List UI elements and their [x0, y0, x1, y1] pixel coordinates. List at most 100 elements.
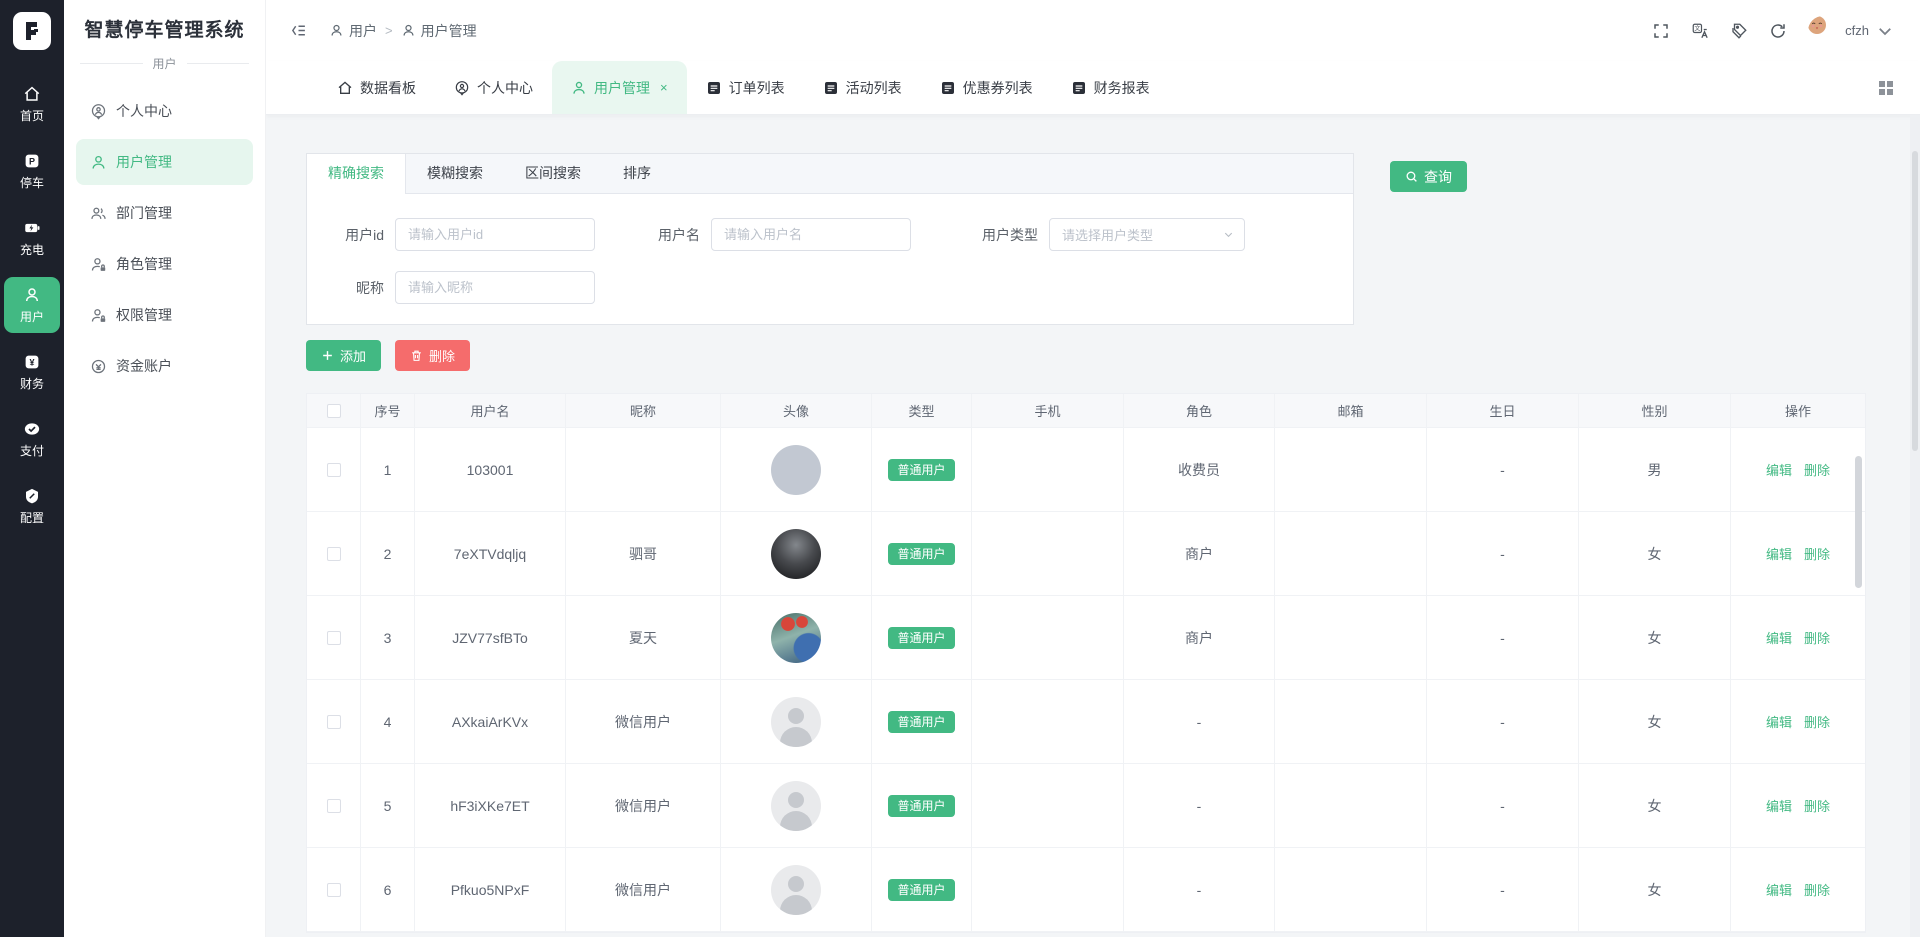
- sidebar-item-label: 权限管理: [116, 307, 172, 323]
- user-name: cfzh: [1845, 23, 1869, 38]
- list-square-icon: [706, 80, 722, 96]
- edit-link[interactable]: 编辑: [1766, 628, 1792, 647]
- translate-icon[interactable]: 文: [1691, 22, 1709, 40]
- table-row: 4 AXkaiArKVx 微信用户 普通用户 - - 女 编辑 删除: [307, 680, 1865, 764]
- page-scrollbar[interactable]: [1910, 115, 1920, 937]
- delete-link[interactable]: 删除: [1804, 712, 1830, 731]
- scrollbar-thumb[interactable]: [1912, 151, 1918, 451]
- add-button[interactable]: 添加: [306, 340, 382, 371]
- table-row: 3 JZV77sfBTo 夏天 普通用户 商户 - 女 编辑 删除: [307, 596, 1865, 680]
- nickname-input[interactable]: [395, 271, 595, 304]
- user-icon: [90, 154, 107, 171]
- table-scrollbar[interactable]: [1855, 456, 1862, 588]
- edit-link[interactable]: 编辑: [1766, 796, 1792, 815]
- primary-nav-charging[interactable]: 充电: [4, 210, 60, 266]
- col-birthday: 生日: [1427, 394, 1579, 428]
- payment-icon: [23, 420, 41, 438]
- sidebar-item-permission[interactable]: 权限管理: [76, 292, 253, 338]
- delete-link[interactable]: 删除: [1804, 544, 1830, 563]
- row-checkbox[interactable]: [326, 462, 341, 477]
- row-checkbox[interactable]: [326, 714, 341, 729]
- tab-orders[interactable]: 订单列表: [687, 61, 804, 114]
- person-pin-icon: [454, 80, 470, 96]
- tab-user-management[interactable]: 用户管理 ×: [552, 61, 687, 114]
- search-tab-exact[interactable]: 精确搜索: [307, 154, 406, 194]
- row-checkbox[interactable]: [326, 630, 341, 645]
- user-avatar: [771, 780, 821, 831]
- svg-text:文: 文: [1695, 24, 1701, 32]
- breadcrumb-user-management[interactable]: 用户管理: [401, 21, 477, 41]
- user-type-select[interactable]: 请选择用户类型: [1049, 218, 1245, 251]
- table-header-row: 序号 用户名 昵称 头像 类型 手机 角色 邮箱 生日 性别 操作: [307, 394, 1865, 428]
- col-phone: 手机: [972, 394, 1124, 428]
- edit-link[interactable]: 编辑: [1766, 712, 1792, 731]
- primary-nav-parking[interactable]: P 停车: [4, 143, 60, 199]
- username-input[interactable]: [711, 218, 911, 251]
- delete-link[interactable]: 删除: [1804, 628, 1830, 647]
- select-all-checkbox[interactable]: [326, 403, 341, 418]
- search-tab-range[interactable]: 区间搜索: [504, 154, 602, 193]
- primary-nav-config[interactable]: 配置: [4, 478, 60, 534]
- delete-link[interactable]: 删除: [1804, 880, 1830, 899]
- user-id-label: 用户id: [345, 226, 384, 243]
- table-body: 1 103001 普通用户 收费员 - 男 编辑 删除 2 7eXTVdqljq…: [307, 428, 1865, 932]
- search-tab-sort[interactable]: 排序: [602, 154, 672, 193]
- edit-link[interactable]: 编辑: [1766, 460, 1792, 479]
- primary-nav-payment[interactable]: 支付: [4, 411, 60, 467]
- person-pin-icon: [90, 103, 107, 120]
- search-icon: [1406, 171, 1417, 182]
- primary-nav-label: 停车: [19, 175, 44, 190]
- tab-close-icon[interactable]: ×: [660, 80, 668, 95]
- primary-nav-finance[interactable]: ¥ 财务: [4, 344, 60, 400]
- sidebar-item-role[interactable]: 角色管理: [76, 241, 253, 287]
- sidebar-item-user-management[interactable]: 用户管理: [76, 139, 253, 185]
- user-menu[interactable]: cfzh: [1808, 15, 1894, 46]
- row-checkbox[interactable]: [326, 546, 341, 561]
- col-actions: 操作: [1731, 394, 1865, 428]
- user-avatar: [771, 864, 821, 915]
- sidebar-collapse-icon[interactable]: [290, 22, 307, 39]
- edit-link[interactable]: 编辑: [1766, 544, 1792, 563]
- delete-button[interactable]: 删除: [395, 340, 471, 371]
- secondary-sidebar: 智慧停车管理系统 用户 个人中心 用户管理 部门管理 角色管理 权限管理 资金账…: [64, 0, 266, 937]
- table-toolbar: 添加 删除: [306, 340, 1920, 371]
- main-area: 用户 > 用户管理 文 cfzh 数据看板 个人中心 用户管理 × 订单列表 活…: [266, 0, 1920, 937]
- search-tab-fuzzy[interactable]: 模糊搜索: [406, 154, 504, 193]
- row-checkbox[interactable]: [326, 882, 341, 897]
- edit-link[interactable]: 编辑: [1766, 880, 1792, 899]
- user-avatar: [771, 612, 821, 663]
- row-checkbox[interactable]: [326, 798, 341, 813]
- parking-icon: P: [23, 152, 41, 170]
- home-icon: [337, 80, 353, 96]
- delete-link[interactable]: 删除: [1804, 460, 1830, 479]
- sidebar-item-department[interactable]: 部门管理: [76, 190, 253, 236]
- user-avatar: [771, 444, 821, 495]
- app-logo[interactable]: [13, 12, 51, 50]
- tags-icon[interactable]: [1730, 22, 1748, 40]
- username-label: 用户名: [658, 226, 700, 243]
- col-seq: 序号: [361, 394, 415, 428]
- user-id-input[interactable]: [395, 218, 595, 251]
- primary-nav-user[interactable]: 用户: [4, 277, 60, 333]
- coin-icon: [90, 358, 107, 375]
- delete-link[interactable]: 删除: [1804, 796, 1830, 815]
- app-window: 首页 P 停车 充电 用户 ¥ 财务 支付 配置 智慧停车管理系统 用户 个人中…: [0, 0, 1920, 937]
- col-avatar: 头像: [721, 394, 872, 428]
- tab-dashboard[interactable]: 数据看板: [318, 61, 435, 114]
- person-lock-icon: [90, 256, 107, 273]
- refresh-icon[interactable]: [1769, 22, 1787, 40]
- tab-profile[interactable]: 个人中心: [435, 61, 552, 114]
- primary-nav-home[interactable]: 首页: [4, 76, 60, 132]
- sidebar-item-funds[interactable]: 资金账户: [76, 343, 253, 389]
- query-button[interactable]: 查询: [1390, 161, 1467, 192]
- tab-activities[interactable]: 活动列表: [804, 61, 921, 114]
- tab-finance-report[interactable]: 财务报表: [1052, 61, 1169, 114]
- tab-coupons[interactable]: 优惠券列表: [921, 61, 1052, 114]
- breadcrumb-user[interactable]: 用户: [329, 21, 377, 41]
- fullscreen-icon[interactable]: [1652, 22, 1670, 40]
- tab-options-icon[interactable]: [1878, 80, 1894, 96]
- user-type-label: 用户类型: [982, 226, 1038, 243]
- chevron-down-icon: [1879, 27, 1891, 35]
- sidebar-item-profile[interactable]: 个人中心: [76, 88, 253, 134]
- sidebar-item-label: 资金账户: [116, 358, 172, 374]
